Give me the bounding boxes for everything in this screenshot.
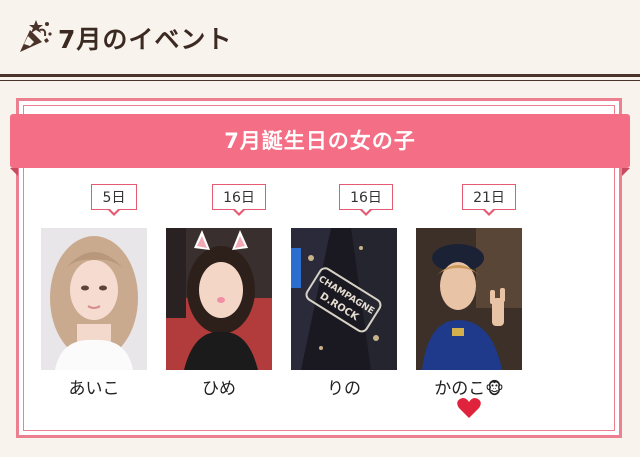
member-name: あいこ <box>68 379 120 399</box>
badge-pointer-inner <box>361 208 371 213</box>
member-card-kanoko[interactable]: 21日 かのこ🐵 <box>416 184 522 424</box>
birthday-date-badge: 5日 <box>91 184 137 210</box>
badge-pointer-inner <box>234 208 244 213</box>
member-card-aiko[interactable]: 5日 あいこ <box>41 184 147 424</box>
page-title: 7月のイベント <box>58 25 233 54</box>
ribbon-fold-right <box>622 168 630 176</box>
heart-icon <box>456 396 482 420</box>
section-title: 7月誕生日の女の子 <box>224 129 416 153</box>
ribbon-fold-left <box>10 168 18 176</box>
birthday-date-badge: 21日 <box>462 184 516 210</box>
member-photo[interactable] <box>166 228 272 370</box>
member-card-rino[interactable]: 16日 CHAMPAGNE D.ROCK りの <box>291 184 397 424</box>
member-name: ひめ <box>202 379 236 399</box>
header-divider-thin <box>0 80 640 81</box>
member-photo[interactable]: CHAMPAGNE D.ROCK <box>291 228 397 370</box>
member-photo[interactable] <box>416 228 522 370</box>
badge-pointer-inner <box>109 208 119 213</box>
badge-pointer-inner <box>484 208 494 213</box>
page-header: 7月のイベント <box>0 0 640 81</box>
birthday-date-badge: 16日 <box>339 184 393 210</box>
header-divider <box>0 74 640 77</box>
member-photo[interactable] <box>41 228 147 370</box>
party-popper-icon <box>16 16 56 56</box>
member-card-hime[interactable]: 16日 ひめ <box>166 184 272 424</box>
member-name: りの <box>327 379 361 399</box>
section-ribbon: 7月誕生日の女の子 <box>10 114 630 168</box>
monkey-face-icon: 🐵 <box>485 379 504 398</box>
birthday-date-badge: 16日 <box>212 184 266 210</box>
